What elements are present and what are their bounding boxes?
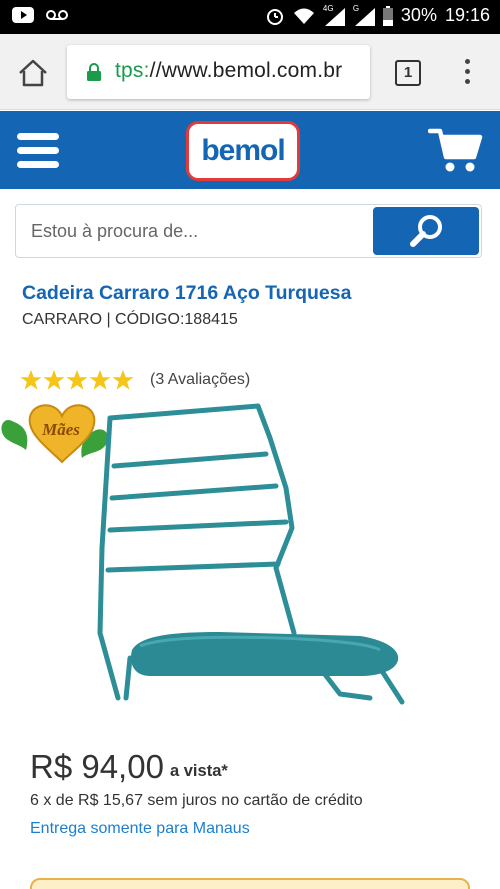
browser-toolbar: tps://www.bemol.com.br 1 bbox=[0, 34, 500, 110]
wifi-icon bbox=[293, 8, 314, 24]
youtube-icon bbox=[12, 7, 34, 23]
url-text: tps://www.bemol.com.br bbox=[115, 59, 342, 83]
star-icon bbox=[43, 369, 65, 390]
product-title: Cadeira Carraro 1716 Aço Turquesa bbox=[22, 282, 352, 304]
search-bar bbox=[15, 204, 482, 258]
search-icon bbox=[410, 215, 442, 247]
star-icon bbox=[89, 369, 111, 390]
reviews-count-link[interactable]: (3 Avaliações) bbox=[150, 371, 250, 389]
delivery-note-link[interactable]: Entrega somente para Manaus bbox=[30, 820, 250, 838]
product-brand-code: CARRARO | CÓDIGO:188415 bbox=[22, 311, 238, 328]
hamburger-menu-icon[interactable] bbox=[17, 133, 59, 169]
url-host: //www.bemol.com.br bbox=[149, 59, 343, 82]
battery-icon bbox=[382, 5, 393, 26]
url-scheme: tps: bbox=[115, 59, 150, 82]
installment-info: 6 x de R$ 15,67 sem juros no cartão de c… bbox=[30, 792, 363, 809]
tabs-icon[interactable]: 1 bbox=[395, 60, 421, 86]
signal-4g-icon: 4G bbox=[323, 4, 345, 26]
address-bar[interactable]: tps://www.bemol.com.br bbox=[67, 45, 370, 99]
star-icon bbox=[20, 369, 42, 390]
search-button[interactable] bbox=[373, 207, 479, 255]
bemol-logo[interactable]: bemol bbox=[186, 121, 300, 181]
battery-percent: 30% bbox=[400, 5, 437, 25]
site-header: bemol bbox=[0, 111, 500, 189]
status-bar: 4G G 30% 19:16 bbox=[0, 0, 500, 34]
signal-g-icon: G bbox=[353, 4, 375, 26]
star-icon bbox=[112, 369, 134, 390]
product-image[interactable] bbox=[80, 398, 410, 708]
clock: 19:16 bbox=[444, 5, 490, 25]
home-icon[interactable] bbox=[16, 56, 50, 90]
search-input[interactable] bbox=[16, 205, 372, 257]
lock-icon bbox=[87, 63, 101, 81]
product-price: R$ 94,00 bbox=[30, 748, 164, 785]
alarm-icon bbox=[266, 8, 283, 25]
price-suffix: a vista* bbox=[170, 762, 228, 780]
cart-icon[interactable] bbox=[428, 125, 484, 175]
badge-text: Mães bbox=[41, 420, 80, 439]
overflow-menu-icon[interactable] bbox=[462, 59, 472, 89]
voicemail-icon bbox=[46, 10, 68, 20]
promo-box bbox=[30, 878, 470, 889]
product-rating[interactable]: (3 Avaliações) bbox=[20, 369, 250, 391]
star-icon bbox=[66, 369, 88, 390]
logo-text: bemol bbox=[201, 134, 285, 167]
